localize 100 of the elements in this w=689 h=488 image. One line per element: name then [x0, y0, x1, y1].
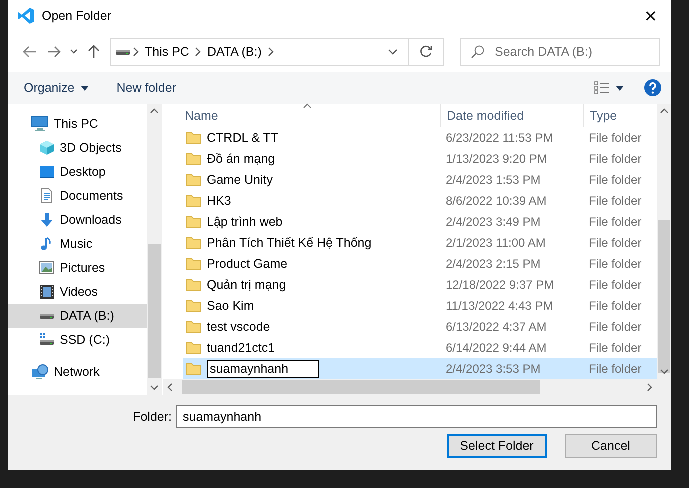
date-cell-text: 6/13/2022 4:37 AM: [445, 320, 548, 334]
folder-icon: [186, 130, 202, 144]
drive-icon: [39, 332, 55, 348]
rename-field[interactable]: suamaynhanh: [207, 360, 319, 378]
sidebar-item[interactable]: Videos: [8, 280, 147, 304]
scroll-left-icon: [167, 382, 173, 392]
type-cell-text: File folder: [588, 130, 643, 144]
folder-icon: [186, 256, 202, 270]
sidebar-item[interactable]: Documents: [8, 184, 147, 208]
scroll-down-icon: [660, 369, 668, 375]
type-cell-text: File folder: [588, 194, 643, 208]
sidebar-item[interactable]: 3D Objects: [8, 136, 147, 160]
type-cell-text: File folder: [588, 256, 643, 270]
type-cell-text: File folder: [588, 278, 643, 292]
date-cell-text: 2/4/2023 1:53 PM: [445, 172, 542, 186]
folder-icon: [186, 236, 202, 250]
scrollbar[interactable]: [147, 104, 162, 395]
sidebar-item[interactable]: Downloads: [8, 208, 147, 232]
app-logo-icon: [17, 7, 35, 25]
sidebar-item[interactable]: This PC: [8, 112, 147, 136]
folder-icon: [186, 278, 202, 292]
folder-icon: [186, 194, 202, 208]
breadcrumb[interactable]: DATA (B:): [203, 45, 266, 59]
sidebar-item[interactable]: Pictures: [8, 256, 147, 280]
folder-name[interactable]: Product Game: [207, 256, 288, 270]
chevron-right-icon: [131, 47, 141, 57]
date-cell-text: 2/4/2023 3:53 PM: [445, 362, 542, 376]
type-cell-text: File folder: [588, 236, 643, 250]
sidebar-item[interactable]: DATA (B:): [8, 304, 147, 328]
cube-icon: [39, 140, 55, 156]
folder-name[interactable]: HK3: [207, 194, 232, 208]
folder-name[interactable]: Đồ án mạng: [207, 152, 276, 166]
search-icon: [471, 45, 485, 59]
scroll-right-icon: [647, 382, 653, 392]
selected-row-highlight[interactable]: suamaynhanh 2/4/2023 3:53 PM File folder: [183, 358, 657, 379]
film-icon: [39, 284, 55, 300]
date-cell-text: 2/1/2023 11:00 AM: [445, 236, 547, 250]
date-cell-text: 6/14/2022 9:44 AM: [445, 340, 548, 354]
folder-name[interactable]: Game Unity: [207, 172, 273, 186]
caret-down-icon: [80, 86, 89, 90]
right-arrow-icon: [47, 46, 61, 58]
drive-icon: [40, 314, 54, 318]
scroll-up-icon: [150, 108, 159, 114]
date-cell-text: 12/18/2022 9:37 PM: [445, 278, 556, 292]
computer-icon: [31, 116, 49, 132]
chevron-right-icon: [266, 47, 276, 57]
date-cell-text: 2/4/2023 3:49 PM: [445, 214, 542, 228]
window-title: Open Folder: [42, 9, 112, 23]
list-view-icon: [594, 81, 610, 95]
date-cell-text: 8/6/2022 10:39 AM: [445, 194, 548, 208]
question-mark-icon: [644, 79, 662, 97]
sidebar-item[interactable]: Desktop: [8, 160, 147, 184]
sidebar-item[interactable]: Network: [8, 360, 147, 384]
folder-icon: [186, 298, 202, 312]
caret-down-icon: [616, 86, 624, 90]
document-icon: [39, 188, 55, 204]
sidebar-item[interactable]: SSD (C:): [8, 328, 147, 352]
scroll-down-icon: [150, 385, 159, 391]
folder-name[interactable]: tuand21ctc1: [207, 340, 276, 354]
sidebar-item[interactable]: Music: [8, 232, 147, 256]
select-folder-button[interactable]: Select Folder: [447, 434, 547, 458]
folder-icon: [186, 362, 202, 376]
folder-name[interactable]: Sao Kim: [207, 298, 254, 312]
type-cell-text: File folder: [588, 362, 643, 376]
column-header[interactable]: Name: [163, 104, 440, 127]
cancel-button[interactable]: Cancel: [565, 434, 657, 458]
scrollbar[interactable]: [657, 104, 671, 395]
type-cell-text: File folder: [588, 172, 643, 186]
down-arrow-icon: [39, 212, 55, 228]
scrollbar[interactable]: [163, 379, 657, 395]
type-cell-text: File folder: [588, 320, 643, 334]
type-cell-text: File folder: [588, 298, 643, 312]
picture-icon: [39, 260, 55, 276]
organize-button[interactable]: Organize: [18, 78, 95, 98]
desktop-icon: [39, 164, 55, 180]
new-folder-button[interactable]: New folder: [110, 78, 182, 98]
address-bar[interactable]: This PC DATA (B:): [110, 38, 444, 66]
refresh-icon: [419, 45, 433, 59]
folder-field[interactable]: suamaynhanh: [176, 405, 657, 428]
folder-name[interactable]: Lập trình web: [207, 214, 283, 228]
column-header[interactable]: Date modified: [440, 104, 583, 127]
breadcrumb[interactable]: This PC: [141, 45, 194, 59]
folder-label: Folder:: [133, 410, 172, 424]
folder-icon: [186, 214, 202, 228]
search-field[interactable]: Search DATA (B:): [460, 38, 660, 66]
folder-name[interactable]: test vscode: [207, 320, 270, 334]
drive-icon: [116, 50, 130, 54]
folder-name[interactable]: CTRDL & TT: [207, 130, 279, 144]
type-cell-text: File folder: [588, 340, 643, 354]
folder-name[interactable]: Phân Tích Thiết Kế Hệ Thống: [207, 236, 372, 250]
chevron-right-icon: [193, 47, 204, 57]
up-arrow-icon: [88, 45, 100, 59]
date-cell-text: 2/4/2023 2:15 PM: [445, 256, 542, 270]
folder-name[interactable]: Quản trị mạng: [207, 278, 286, 292]
close-button[interactable]: ✕: [631, 0, 671, 32]
folder-icon: [186, 172, 202, 186]
help-button[interactable]: [644, 79, 662, 97]
type-cell-text: File folder: [588, 214, 643, 228]
left-arrow-icon: [23, 46, 37, 58]
network-icon: [31, 364, 49, 380]
